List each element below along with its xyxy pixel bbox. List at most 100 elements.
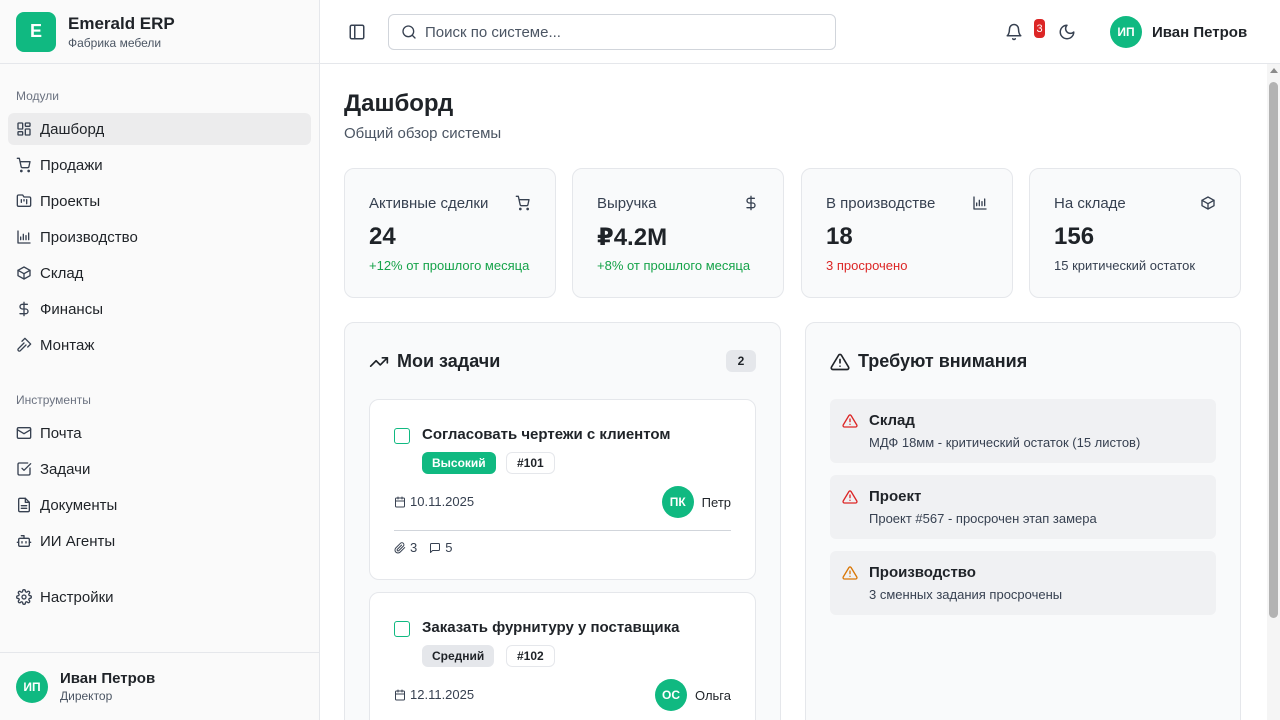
sidebar-item-label: Дашборд <box>40 120 105 138</box>
task-checkbox[interactable] <box>394 621 410 637</box>
alert-item-project[interactable]: Проект Проект #567 - просрочен этап заме… <box>830 475 1216 539</box>
divider <box>394 530 731 531</box>
task-checkbox[interactable] <box>394 428 410 444</box>
stat-card-in-stock: На складе 156 15 критический остаток <box>1029 168 1241 298</box>
stat-card-active-deals: Активные сделки 24 +12% от прошлого меся… <box>344 168 556 298</box>
sidebar-user-role: Директор <box>60 689 113 703</box>
priority-badge: Высокий <box>422 452 496 474</box>
warning-icon <box>830 352 850 372</box>
main-content: Дашборд Общий обзор системы Активные сде… <box>320 64 1267 720</box>
attachments-count-text: 3 <box>410 540 418 555</box>
bot-icon <box>16 533 32 549</box>
stat-value: ₽4.2M <box>597 224 668 251</box>
scroll-up-arrow[interactable] <box>1270 68 1278 73</box>
stat-note: 3 просрочено <box>826 258 908 273</box>
avatar: ОС <box>654 679 687 711</box>
trending-up-icon <box>369 352 389 372</box>
sidebar-item-projects[interactable]: Проекты <box>8 185 311 217</box>
sidebar-item-ai-agents[interactable]: ИИ Агенты <box>8 525 311 557</box>
scrollbar-thumb[interactable] <box>1269 82 1278 618</box>
stat-note: +8% от прошлого месяца <box>597 258 751 273</box>
sidebar-user-profile[interactable]: ИП Иван Петров Директор <box>0 652 319 720</box>
alert-title: Производство <box>869 564 976 581</box>
sidebar-item-tasks[interactable]: Задачи <box>8 453 311 485</box>
mail-icon <box>16 425 32 441</box>
task-assignee: ПК Петр <box>661 486 731 518</box>
document-icon <box>16 497 32 513</box>
sidebar-item-dashboard[interactable]: Дашборд <box>8 113 311 145</box>
comments-count[interactable]: 5 <box>429 540 452 555</box>
page-subtitle: Общий обзор системы <box>344 125 502 142</box>
search-box[interactable] <box>388 14 836 50</box>
calendar-icon <box>394 689 406 701</box>
alert-title: Проект <box>869 488 922 505</box>
my-tasks-panel: Мои задачи 2 Согласовать чертежи с клиен… <box>344 322 781 720</box>
stat-card-revenue: Выручка ₽4.2M +8% от прошлого месяца <box>572 168 784 298</box>
sidebar-item-label: Финансы <box>40 300 103 318</box>
panel-title-text: Требуют внимания <box>858 351 1028 371</box>
factory-icon <box>972 195 988 211</box>
panel-title: Мои задачи <box>369 351 500 372</box>
alert-item-production[interactable]: Производство 3 сменных задания просрочен… <box>830 551 1216 615</box>
dollar-icon <box>16 301 32 317</box>
sidebar-item-production[interactable]: Производство <box>8 221 311 253</box>
alert-item-warehouse[interactable]: Склад МДФ 18мм - критический остаток (15… <box>830 399 1216 463</box>
hammer-icon <box>16 337 32 353</box>
nav-section-modules: Модули <box>16 89 59 103</box>
assignee-name: Петр <box>701 494 731 510</box>
alert-title: Склад <box>869 412 915 429</box>
sidebar: E Emerald ERP Фабрика мебели Модули Дашб… <box>0 0 320 720</box>
task-title: Согласовать чертежи с клиентом <box>422 426 671 443</box>
check-square-icon <box>16 461 32 477</box>
avatar: ИП <box>1110 16 1142 48</box>
task-date-text: 10.11.2025 <box>410 494 475 509</box>
task-title: Заказать фурнитуру у поставщика <box>422 619 680 636</box>
package-icon <box>1200 195 1216 211</box>
sidebar-toggle-icon[interactable] <box>348 23 366 41</box>
attachments-count[interactable]: 3 <box>394 540 417 555</box>
panel-title-text: Мои задачи <box>397 351 501 371</box>
avatar: ПК <box>661 486 694 518</box>
sidebar-item-finance[interactable]: Финансы <box>8 293 311 325</box>
calendar-icon <box>394 496 406 508</box>
comments-count-text: 5 <box>445 540 453 555</box>
comment-icon <box>429 542 441 554</box>
sidebar-item-label: Задачи <box>40 460 91 478</box>
header-user-menu[interactable]: ИП Иван Петров <box>1110 16 1247 48</box>
sidebar-item-label: Документы <box>40 496 118 514</box>
sidebar-item-settings[interactable]: Настройки <box>8 581 311 613</box>
assignee-name: Ольга <box>694 687 731 703</box>
task-assignee: ОС Ольга <box>654 679 731 711</box>
brand[interactable]: E Emerald ERP Фабрика мебели <box>0 0 319 64</box>
task-number-badge: #102 <box>506 645 555 667</box>
task-date: 12.11.2025 <box>394 687 474 702</box>
moon-icon[interactable] <box>1058 23 1076 41</box>
sidebar-item-installation[interactable]: Монтаж <box>8 329 311 361</box>
brand-subtitle: Фабрика мебели <box>68 35 162 50</box>
bell-icon[interactable] <box>1005 23 1023 41</box>
sidebar-item-documents[interactable]: Документы <box>8 489 311 521</box>
task-date-text: 12.11.2025 <box>410 687 475 702</box>
avatar: ИП <box>16 670 48 703</box>
attention-panel: Требуют внимания Склад МДФ 18мм - критич… <box>805 322 1241 720</box>
sidebar-item-sales[interactable]: Продажи <box>8 149 311 181</box>
stat-card-in-production: В производстве 18 3 просрочено <box>801 168 1013 298</box>
factory-icon <box>16 229 32 245</box>
stat-value: 24 <box>369 223 396 250</box>
sidebar-item-label: Продажи <box>40 156 103 174</box>
brand-logo: E <box>16 11 56 52</box>
stat-note: 15 критический остаток <box>1054 258 1196 273</box>
sidebar-item-label: Склад <box>40 264 84 282</box>
search-input[interactable] <box>425 23 823 41</box>
sidebar-item-label: Производство <box>40 228 138 246</box>
stat-value: 18 <box>826 223 853 250</box>
task-card[interactable]: Согласовать чертежи с клиентом Высокий #… <box>369 399 756 580</box>
sidebar-item-mail[interactable]: Почта <box>8 417 311 449</box>
task-card[interactable]: Заказать фурнитуру у поставщика Средний … <box>369 592 756 720</box>
alert-text: 3 сменных задания просрочены <box>869 587 1063 602</box>
stat-title: В производстве <box>826 195 936 212</box>
sidebar-item-warehouse[interactable]: Склад <box>8 257 311 289</box>
gear-icon <box>16 589 32 605</box>
stat-value: 156 <box>1054 223 1095 250</box>
search-icon <box>401 24 417 40</box>
